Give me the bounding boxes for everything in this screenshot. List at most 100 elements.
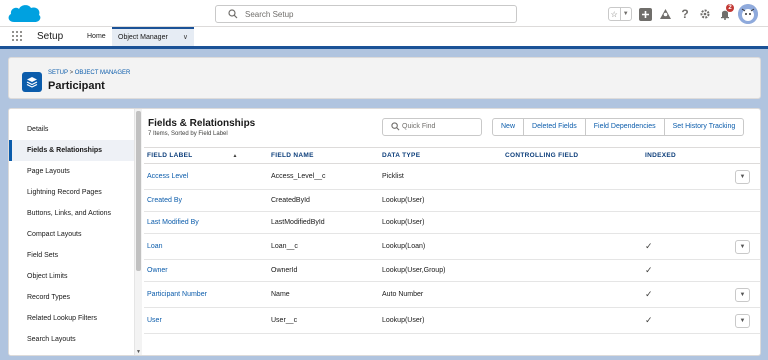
row-actions-dropdown[interactable]: ▼ <box>735 287 750 302</box>
table-row: Owner OwnerId Lookup(User,Group) ✓ <box>144 259 760 282</box>
global-search-input[interactable]: Search Setup <box>215 5 517 23</box>
data-type-cell: Lookup(User) <box>379 211 502 234</box>
object-page-header: SETUP > OBJECT MANAGER Participant <box>8 57 761 99</box>
indexed-cell <box>642 211 732 234</box>
help-icon[interactable]: ? <box>678 7 692 21</box>
field-name-cell: User__c <box>268 307 379 334</box>
breadcrumb: SETUP > OBJECT MANAGER <box>48 70 130 76</box>
column-header-indexed[interactable]: INDEXED <box>642 147 732 164</box>
app-name: Setup <box>37 31 64 42</box>
row-actions-dropdown[interactable]: ▼ <box>735 239 750 254</box>
set-history-tracking-button[interactable]: Set History Tracking <box>664 118 745 136</box>
star-icon[interactable]: ☆ <box>609 8 620 20</box>
data-type-cell: Lookup(User) <box>379 307 502 334</box>
scrollbar-thumb[interactable] <box>136 111 141 271</box>
fields-table: FIELD LABEL ▲ FIELD NAME DATA TYPE CONTRO… <box>144 147 760 334</box>
column-header-field-label[interactable]: FIELD LABEL ▲ <box>144 147 268 164</box>
table-row: Created By CreatedById Lookup(User) <box>144 189 760 212</box>
global-header: Search Setup ☆ ▼ ? 2 <box>0 0 768 27</box>
sort-ascending-icon[interactable]: ▲ <box>233 153 238 159</box>
search-icon <box>391 122 400 131</box>
column-header-data-type[interactable]: DATA TYPE <box>379 147 502 164</box>
data-type-cell: Lookup(User) <box>379 189 502 212</box>
trailhead-icon[interactable] <box>658 7 672 21</box>
sidebar-item-search-layouts[interactable]: Search Layouts <box>9 329 142 350</box>
notification-count-badge: 2 <box>726 4 734 12</box>
search-icon <box>228 9 238 19</box>
quick-find-input[interactable]: Quick Find <box>382 118 482 136</box>
column-header-controlling-field[interactable]: CONTROLLING FIELD <box>502 147 642 164</box>
data-type-cell: Picklist <box>379 163 502 190</box>
column-header-field-name[interactable]: FIELD NAME <box>268 147 379 164</box>
sidebar-item-fields-relationships[interactable]: Fields & Relationships <box>9 140 142 161</box>
data-type-cell: Lookup(Loan) <box>379 233 502 260</box>
controlling-field-cell <box>502 281 642 308</box>
object-sidebar: Details Fields & Relationships Page Layo… <box>9 109 142 355</box>
controlling-field-cell <box>502 307 642 334</box>
controlling-field-cell <box>502 233 642 260</box>
indexed-checkmark-icon: ✓ <box>642 233 732 260</box>
table-row: Last Modified By LastModifiedById Lookup… <box>144 211 760 234</box>
notifications-bell-icon[interactable]: 2 <box>718 4 734 21</box>
controlling-field-cell <box>502 211 642 234</box>
user-avatar[interactable] <box>738 4 758 24</box>
row-actions-dropdown[interactable]: ▼ <box>735 313 750 328</box>
sidebar-item-field-sets[interactable]: Field Sets <box>9 245 142 266</box>
header-utility-icons: ☆ ▼ ? 2 <box>608 3 758 25</box>
tab-object-manager-label: Object Manager <box>118 34 168 41</box>
field-name-cell: Name <box>268 281 379 308</box>
data-type-cell: Lookup(User,Group) <box>379 259 502 282</box>
breadcrumb-separator: > <box>67 70 75 76</box>
global-actions-icon[interactable] <box>638 7 652 21</box>
scroll-down-arrow-icon[interactable]: ▼ <box>136 349 141 355</box>
field-name-cell: Access_Level__c <box>268 163 379 190</box>
field-name-cell: OwnerId <box>268 259 379 282</box>
chevron-down-icon[interactable]: ∨ <box>183 29 188 46</box>
field-dependencies-button[interactable]: Field Dependencies <box>585 118 665 136</box>
field-label-link[interactable]: Owner <box>144 259 268 282</box>
controlling-field-cell <box>502 163 642 190</box>
sidebar-item-details[interactable]: Details <box>9 119 142 140</box>
salesforce-cloud-logo[interactable] <box>6 3 42 24</box>
controlling-field-cell <box>502 259 642 282</box>
favorites-button[interactable]: ☆ ▼ <box>608 7 632 21</box>
chevron-down-icon[interactable]: ▼ <box>619 8 632 20</box>
column-header-actions <box>732 147 760 164</box>
new-button[interactable]: New <box>492 118 525 136</box>
tab-object-manager[interactable]: Object Manager ∨ <box>112 27 194 46</box>
field-label-link[interactable]: Access Level <box>144 163 268 190</box>
context-navigation-bar: Setup Home Object Manager ∨ <box>0 27 768 49</box>
layers-icon <box>22 72 42 92</box>
field-label-link[interactable]: Participant Number <box>144 281 268 308</box>
fields-relationships-main: Fields & Relationships 7 Items, Sorted b… <box>144 109 760 355</box>
sidebar-item-related-lookup-filters[interactable]: Related Lookup Filters <box>9 308 142 329</box>
row-actions-dropdown[interactable]: ▼ <box>735 169 750 184</box>
field-name-cell: CreatedById <box>268 189 379 212</box>
field-label-link[interactable]: User <box>144 307 268 334</box>
field-label-link[interactable]: Last Modified By <box>144 211 268 234</box>
breadcrumb-setup-link[interactable]: SETUP <box>48 70 68 76</box>
page-title: Participant <box>48 80 105 92</box>
breadcrumb-object-manager-link[interactable]: OBJECT MANAGER <box>75 70 131 76</box>
sidebar-item-page-layouts[interactable]: Page Layouts <box>9 161 142 182</box>
sidebar-item-compact-layouts[interactable]: Compact Layouts <box>9 224 142 245</box>
search-placeholder: Search Setup <box>245 10 294 19</box>
sidebar-nav: Details Fields & Relationships Page Layo… <box>9 119 142 350</box>
app-launcher-icon[interactable] <box>12 31 23 42</box>
table-row: Loan Loan__c Lookup(Loan) ✓ ▼ <box>144 233 760 260</box>
field-label-link[interactable]: Loan <box>144 233 268 260</box>
sidebar-item-lightning-record-pages[interactable]: Lightning Record Pages <box>9 182 142 203</box>
deleted-fields-button[interactable]: Deleted Fields <box>524 118 586 136</box>
field-name-cell: Loan__c <box>268 233 379 260</box>
tab-home[interactable]: Home <box>84 27 109 46</box>
field-label-link[interactable]: Created By <box>144 189 268 212</box>
sidebar-item-object-limits[interactable]: Object Limits <box>9 266 142 287</box>
table-row: Access Level Access_Level__c Picklist ▼ <box>144 163 760 190</box>
sidebar-item-buttons-links-actions[interactable]: Buttons, Links, and Actions <box>9 203 142 224</box>
gear-icon[interactable] <box>698 7 712 21</box>
data-type-cell: Auto Number <box>379 281 502 308</box>
indexed-checkmark-icon: ✓ <box>642 259 732 282</box>
sidebar-scrollbar[interactable]: ▼ <box>134 109 142 355</box>
sidebar-item-record-types[interactable]: Record Types <box>9 287 142 308</box>
indexed-checkmark-icon: ✓ <box>642 307 732 334</box>
